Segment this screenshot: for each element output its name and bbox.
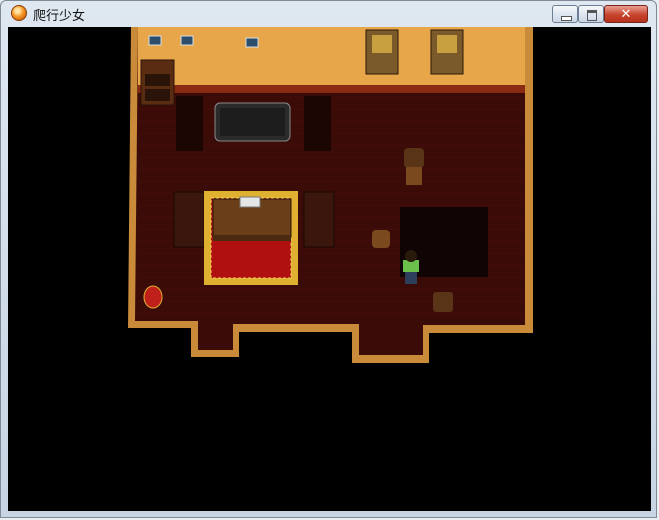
app-orange-sphere-icon[interactable] xyxy=(11,5,27,21)
picture-frame xyxy=(245,37,259,48)
red-vase xyxy=(143,285,163,309)
close-icon: ✕ xyxy=(620,7,632,22)
side-cabinet xyxy=(304,96,331,151)
picture-frame xyxy=(148,35,162,46)
wooden-chair xyxy=(433,292,453,312)
maximize-button[interactable] xyxy=(578,5,604,23)
wooden-chair xyxy=(372,230,390,248)
maximize-icon xyxy=(587,10,597,21)
armchair xyxy=(365,29,399,75)
close-button[interactable]: ✕ xyxy=(604,5,648,23)
title-bar[interactable]: 爬行少女 ✕ xyxy=(1,1,656,27)
sofa xyxy=(214,102,291,142)
open-book xyxy=(239,196,261,208)
side-cabinet xyxy=(176,96,203,151)
wooden-chair xyxy=(404,148,424,185)
bookshelf xyxy=(140,59,175,106)
player-character xyxy=(403,250,419,284)
game-window: 爬行少女 ✕ xyxy=(0,0,657,518)
window-title: 爬行少女 xyxy=(33,9,86,24)
window-controls: ✕ xyxy=(552,5,648,24)
game-viewport[interactable] xyxy=(8,27,651,511)
room-map xyxy=(128,27,533,363)
wall-baseboard xyxy=(138,85,525,93)
minimize-icon xyxy=(561,16,572,21)
armchair xyxy=(430,29,464,75)
armchair xyxy=(173,191,205,248)
picture-frame xyxy=(180,35,194,46)
armchair xyxy=(303,191,335,248)
back-wall xyxy=(138,27,525,87)
minimize-button[interactable] xyxy=(552,5,578,23)
